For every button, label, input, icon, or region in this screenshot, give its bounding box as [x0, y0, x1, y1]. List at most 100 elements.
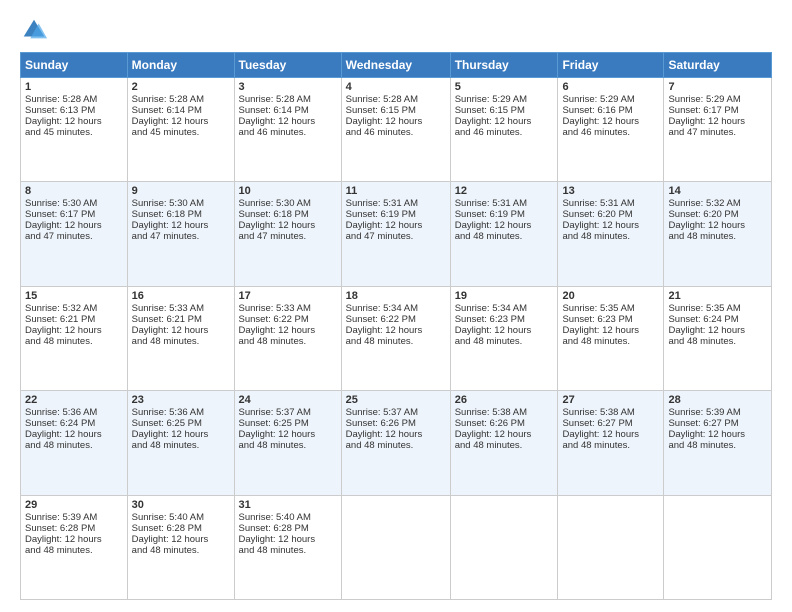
daylight-label: Daylight: 12 hours [668, 429, 745, 440]
calendar-cell: 28Sunrise: 5:39 AMSunset: 6:27 PMDayligh… [664, 391, 772, 495]
calendar-cell: 24Sunrise: 5:37 AMSunset: 6:25 PMDayligh… [234, 391, 341, 495]
daylight-detail: and 48 minutes. [346, 440, 414, 451]
daylight-detail: and 48 minutes. [455, 231, 523, 242]
daylight-label: Daylight: 12 hours [132, 429, 209, 440]
daylight-detail: and 47 minutes. [239, 231, 307, 242]
calendar-cell: 2Sunrise: 5:28 AMSunset: 6:14 PMDaylight… [127, 78, 234, 182]
page: SundayMondayTuesdayWednesdayThursdayFrid… [0, 0, 792, 612]
daylight-detail: and 48 minutes. [132, 545, 200, 556]
daylight-detail: and 48 minutes. [562, 231, 630, 242]
sunrise-label: Sunrise: 5:34 AM [455, 303, 527, 314]
sunrise-label: Sunrise: 5:32 AM [668, 198, 740, 209]
daylight-label: Daylight: 12 hours [562, 116, 639, 127]
daylight-label: Daylight: 12 hours [346, 220, 423, 231]
daylight-detail: and 48 minutes. [132, 440, 200, 451]
daylight-detail: and 48 minutes. [668, 440, 736, 451]
sunset-label: Sunset: 6:22 PM [239, 314, 309, 325]
day-number: 3 [239, 81, 337, 93]
calendar-cell: 17Sunrise: 5:33 AMSunset: 6:22 PMDayligh… [234, 286, 341, 390]
day-header-saturday: Saturday [664, 53, 772, 78]
sunrise-label: Sunrise: 5:29 AM [668, 94, 740, 105]
day-number: 29 [25, 499, 123, 511]
daylight-label: Daylight: 12 hours [562, 429, 639, 440]
daylight-detail: and 48 minutes. [562, 336, 630, 347]
week-row-2: 8Sunrise: 5:30 AMSunset: 6:17 PMDaylight… [21, 182, 772, 286]
sunrise-label: Sunrise: 5:29 AM [455, 94, 527, 105]
sunset-label: Sunset: 6:24 PM [668, 314, 738, 325]
day-number: 5 [455, 81, 554, 93]
sunset-label: Sunset: 6:28 PM [25, 523, 95, 534]
calendar-cell: 29Sunrise: 5:39 AMSunset: 6:28 PMDayligh… [21, 495, 128, 599]
sunrise-label: Sunrise: 5:37 AM [346, 407, 418, 418]
daylight-label: Daylight: 12 hours [668, 220, 745, 231]
sunrise-label: Sunrise: 5:32 AM [25, 303, 97, 314]
daylight-label: Daylight: 12 hours [239, 325, 316, 336]
calendar-cell: 18Sunrise: 5:34 AMSunset: 6:22 PMDayligh… [341, 286, 450, 390]
daylight-detail: and 47 minutes. [668, 127, 736, 138]
sunset-label: Sunset: 6:25 PM [239, 418, 309, 429]
sunset-label: Sunset: 6:15 PM [455, 105, 525, 116]
week-row-1: 1Sunrise: 5:28 AMSunset: 6:13 PMDaylight… [21, 78, 772, 182]
sunset-label: Sunset: 6:18 PM [239, 209, 309, 220]
sunset-label: Sunset: 6:19 PM [455, 209, 525, 220]
day-number: 31 [239, 499, 337, 511]
calendar-cell: 20Sunrise: 5:35 AMSunset: 6:23 PMDayligh… [558, 286, 664, 390]
sunrise-label: Sunrise: 5:31 AM [455, 198, 527, 209]
daylight-label: Daylight: 12 hours [25, 534, 102, 545]
daylight-label: Daylight: 12 hours [455, 220, 532, 231]
daylight-label: Daylight: 12 hours [25, 325, 102, 336]
daylight-detail: and 48 minutes. [455, 440, 523, 451]
calendar-header: SundayMondayTuesdayWednesdayThursdayFrid… [21, 53, 772, 78]
sunrise-label: Sunrise: 5:36 AM [132, 407, 204, 418]
daylight-label: Daylight: 12 hours [455, 429, 532, 440]
daylight-label: Daylight: 12 hours [132, 534, 209, 545]
sunrise-label: Sunrise: 5:28 AM [346, 94, 418, 105]
day-number: 6 [562, 81, 659, 93]
calendar-cell: 26Sunrise: 5:38 AMSunset: 6:26 PMDayligh… [450, 391, 558, 495]
sunrise-label: Sunrise: 5:29 AM [562, 94, 634, 105]
daylight-detail: and 48 minutes. [25, 545, 93, 556]
daylight-detail: and 48 minutes. [239, 336, 307, 347]
daylight-label: Daylight: 12 hours [668, 116, 745, 127]
calendar-cell: 27Sunrise: 5:38 AMSunset: 6:27 PMDayligh… [558, 391, 664, 495]
day-number: 13 [562, 185, 659, 197]
calendar-cell: 4Sunrise: 5:28 AMSunset: 6:15 PMDaylight… [341, 78, 450, 182]
sunset-label: Sunset: 6:17 PM [25, 209, 95, 220]
sunset-label: Sunset: 6:14 PM [132, 105, 202, 116]
calendar-cell: 22Sunrise: 5:36 AMSunset: 6:24 PMDayligh… [21, 391, 128, 495]
day-number: 24 [239, 394, 337, 406]
sunrise-label: Sunrise: 5:37 AM [239, 407, 311, 418]
calendar: SundayMondayTuesdayWednesdayThursdayFrid… [20, 52, 772, 600]
day-number: 2 [132, 81, 230, 93]
day-number: 8 [25, 185, 123, 197]
logo-icon [20, 16, 48, 44]
sunrise-label: Sunrise: 5:33 AM [239, 303, 311, 314]
daylight-detail: and 45 minutes. [25, 127, 93, 138]
daylight-detail: and 48 minutes. [346, 336, 414, 347]
daylight-detail: and 46 minutes. [346, 127, 414, 138]
sunset-label: Sunset: 6:13 PM [25, 105, 95, 116]
day-header-thursday: Thursday [450, 53, 558, 78]
sunset-label: Sunset: 6:20 PM [668, 209, 738, 220]
sunset-label: Sunset: 6:26 PM [346, 418, 416, 429]
sunrise-label: Sunrise: 5:33 AM [132, 303, 204, 314]
daylight-detail: and 48 minutes. [562, 440, 630, 451]
sunset-label: Sunset: 6:16 PM [562, 105, 632, 116]
daylight-label: Daylight: 12 hours [239, 534, 316, 545]
sunrise-label: Sunrise: 5:31 AM [562, 198, 634, 209]
daylight-label: Daylight: 12 hours [455, 116, 532, 127]
day-number: 10 [239, 185, 337, 197]
sunset-label: Sunset: 6:28 PM [132, 523, 202, 534]
daylight-detail: and 48 minutes. [239, 545, 307, 556]
daylight-label: Daylight: 12 hours [132, 116, 209, 127]
day-number: 12 [455, 185, 554, 197]
daylight-label: Daylight: 12 hours [346, 429, 423, 440]
sunrise-label: Sunrise: 5:38 AM [562, 407, 634, 418]
daylight-detail: and 46 minutes. [239, 127, 307, 138]
daylight-label: Daylight: 12 hours [132, 220, 209, 231]
day-number: 17 [239, 290, 337, 302]
sunrise-label: Sunrise: 5:31 AM [346, 198, 418, 209]
daylight-label: Daylight: 12 hours [455, 325, 532, 336]
day-number: 16 [132, 290, 230, 302]
daylight-detail: and 48 minutes. [132, 336, 200, 347]
